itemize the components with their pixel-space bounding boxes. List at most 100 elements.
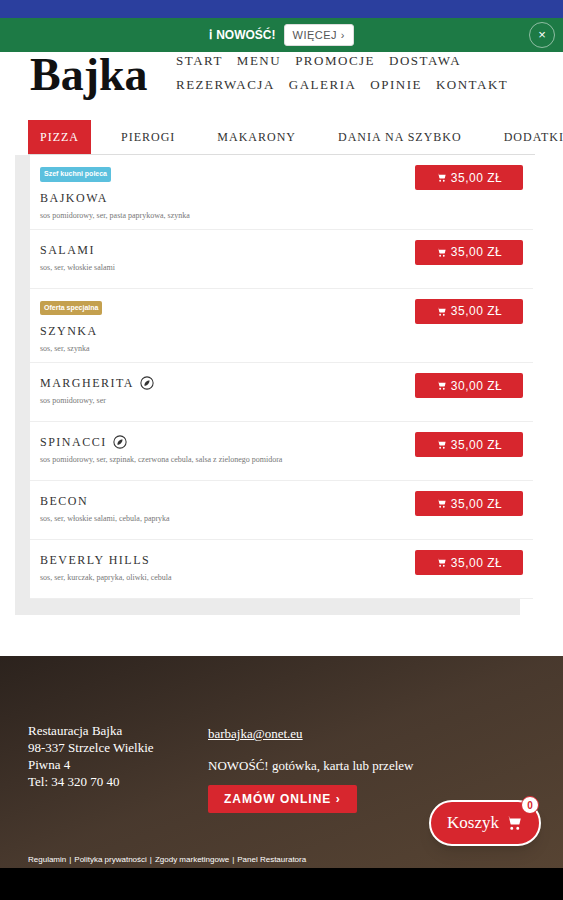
- item-badge: Szef kuchni poleca: [40, 167, 111, 182]
- notice-bar: ℹNOWOŚĆ! WIĘCEJ › ×: [0, 18, 563, 52]
- add-to-cart-button[interactable]: 30,00 ZŁ: [415, 373, 523, 398]
- item-description: sos, ser, kurczak, papryka, oliwki, cebu…: [40, 572, 172, 583]
- nav-link[interactable]: PROMOCJE: [295, 54, 375, 68]
- link-separator: |: [232, 854, 234, 866]
- item-info: SPINACCI sos pomidorowy, ser, szpinak, cz…: [40, 430, 282, 465]
- header: BajkaSTART MENU PROMOCJE DOSTAWA REZERWACJA G…: [0, 52, 563, 116]
- footer-link[interactable]: Regulamin: [28, 854, 66, 866]
- vegetarian-leaf-icon: [140, 376, 154, 390]
- nav-link[interactable]: REZERWACJA: [176, 78, 275, 92]
- nav-link[interactable]: MENU: [237, 54, 281, 68]
- item-price: 35,00 ZŁ: [451, 243, 502, 261]
- notice-text: NOWOŚĆ!: [216, 26, 275, 44]
- cart-icon: [436, 306, 447, 317]
- nav-link[interactable]: KONTAKT: [436, 78, 508, 92]
- info-icon: ℹ: [209, 25, 212, 45]
- nav-row: START MENU PROMOCJE DOSTAWA: [176, 54, 508, 68]
- footer: Restauracja Bajka98-337 Strzelce Wielkie…: [0, 656, 563, 868]
- menu-item[interactable]: SALAMI sos, ser, włoskie salami 35,00 ZŁ: [30, 230, 533, 289]
- item-description: sos pomidorowy, ser, szpinak, czerwona c…: [40, 454, 282, 465]
- item-description: sos, ser, włoskie salami, cebula, papryk…: [40, 513, 170, 524]
- item-name: SPINACCI: [40, 434, 107, 450]
- add-to-cart-button[interactable]: 35,00 ZŁ: [415, 165, 523, 190]
- item-badge: Oferta specjalna: [40, 301, 102, 316]
- cart-icon: [436, 557, 447, 568]
- item-price: 35,00 ZŁ: [451, 169, 502, 187]
- nav-link[interactable]: START: [176, 54, 223, 68]
- item-name: SALAMI: [40, 242, 95, 258]
- footer-link[interactable]: Panel Restauratora: [237, 854, 306, 866]
- item-info: Szef kuchni poleca BAJKOWA sos pomidorowy,…: [40, 163, 190, 221]
- item-description: sos pomidorowy, ser: [40, 395, 154, 406]
- cart-label: Koszyk: [447, 810, 499, 836]
- item-name-row: MARGHERITA: [40, 375, 154, 391]
- footer-email[interactable]: barbajka@onet.eu: [208, 724, 303, 744]
- menu-item[interactable]: BEVERLY HILLS sos, ser, kurczak, papryka,…: [30, 540, 533, 599]
- logo[interactable]: Bajka: [30, 52, 176, 98]
- item-name-row: BEVERLY HILLS: [40, 552, 172, 568]
- footer-link[interactable]: Polityka prywatności: [74, 854, 146, 866]
- footer-contact: barbajka@onet.eu NOWOŚĆ! gotówka, karta l…: [208, 722, 413, 813]
- item-price: 35,00 ZŁ: [451, 554, 502, 572]
- footer-link[interactable]: Zgody marketingowe: [155, 854, 229, 866]
- menu-background: Szef kuchni poleca BAJKOWA sos pomidorowy,…: [15, 155, 520, 615]
- cart-button[interactable]: Koszyk0: [429, 800, 541, 846]
- cart-icon: [436, 380, 447, 391]
- nav: START MENU PROMOCJE DOSTAWA REZERWACJA GALERI…: [176, 54, 508, 92]
- cart-icon: [505, 814, 523, 832]
- address-line: Tel: 34 320 70 40: [28, 773, 186, 790]
- item-name-row: SZYNKA: [40, 323, 102, 339]
- category-tab[interactable]: DODATKI: [492, 120, 563, 154]
- item-description: sos pomidorowy, ser, pasta paprykowa, sz…: [40, 210, 190, 221]
- footer-note: NOWOŚĆ! gotówka, karta lub przelew: [208, 756, 413, 776]
- category-tab[interactable]: DANIA NA SZYBKO: [326, 120, 474, 154]
- system-bar: [0, 868, 563, 900]
- menu-area: Szef kuchni poleca BAJKOWA sos pomidorowy,…: [0, 155, 563, 628]
- more-button[interactable]: WIĘCEJ ›: [284, 24, 354, 47]
- category-tabs: PIZZAPIEROGIMAKARONYDANIA NA SZYBKODODAT…: [28, 120, 535, 155]
- add-to-cart-button[interactable]: 35,00 ZŁ: [415, 550, 523, 575]
- item-name-row: BAJKOWA: [40, 190, 190, 206]
- item-description: sos, ser, włoskie salami: [40, 262, 115, 273]
- add-to-cart-button[interactable]: 35,00 ZŁ: [415, 491, 523, 516]
- item-name: BEVERLY HILLS: [40, 552, 150, 568]
- item-info: SALAMI sos, ser, włoskie salami: [40, 238, 115, 273]
- item-price: 35,00 ZŁ: [451, 302, 502, 320]
- add-to-cart-button[interactable]: 35,00 ZŁ: [415, 240, 523, 265]
- link-separator: |: [150, 854, 152, 866]
- item-description: sos, ser, szynka: [40, 343, 102, 354]
- nav-link[interactable]: GALERIA: [289, 78, 357, 92]
- close-button[interactable]: ×: [529, 22, 555, 48]
- item-name-row: BECON: [40, 493, 170, 509]
- top-strip: [0, 0, 563, 18]
- item-name-row: SPINACCI: [40, 434, 282, 450]
- nav-link[interactable]: OPINIE: [370, 78, 422, 92]
- item-name: BAJKOWA: [40, 190, 108, 206]
- add-to-cart-button[interactable]: 35,00 ZŁ: [415, 299, 523, 324]
- order-online-button[interactable]: ZAMÓW ONLINE ›: [208, 785, 357, 813]
- menu-item[interactable]: SPINACCI sos pomidorowy, ser, szpinak, cz…: [30, 422, 533, 481]
- nav-link[interactable]: DOSTAWA: [389, 54, 461, 68]
- notice-label: ℹNOWOŚĆ!: [209, 25, 275, 45]
- category-tab[interactable]: PIEROGI: [109, 120, 187, 154]
- add-to-cart-button[interactable]: 35,00 ZŁ: [415, 432, 523, 457]
- menu-item[interactable]: MARGHERITA sos pomidorowy, ser 30,00 ZŁ: [30, 363, 533, 422]
- cart-icon: [436, 498, 447, 509]
- item-price: 30,00 ZŁ: [451, 377, 502, 395]
- cart-icon: [436, 247, 447, 258]
- category-tab[interactable]: MAKARONY: [205, 120, 308, 154]
- cart-count: 0: [521, 796, 539, 814]
- cart-icon: [436, 439, 447, 450]
- menu-item[interactable]: BECON sos, ser, włoskie salami, cebula, p…: [30, 481, 533, 540]
- link-separator: |: [69, 854, 71, 866]
- item-info: BEVERLY HILLS sos, ser, kurczak, papryka,…: [40, 548, 172, 583]
- item-info: BECON sos, ser, włoskie salami, cebula, p…: [40, 489, 170, 524]
- address-line: Restauracja Bajka: [28, 722, 186, 739]
- menu-item[interactable]: Oferta specjalna SZYNKA sos, ser, szynka 35…: [30, 289, 533, 364]
- menu-card: Szef kuchni poleca BAJKOWA sos pomidorowy,…: [30, 155, 533, 599]
- item-name-row: SALAMI: [40, 242, 115, 258]
- item-name: BECON: [40, 493, 88, 509]
- category-tab[interactable]: PIZZA: [28, 120, 91, 154]
- menu-item[interactable]: Szef kuchni poleca BAJKOWA sos pomidorowy,…: [30, 155, 533, 230]
- address-line: Piwna 4: [28, 756, 186, 773]
